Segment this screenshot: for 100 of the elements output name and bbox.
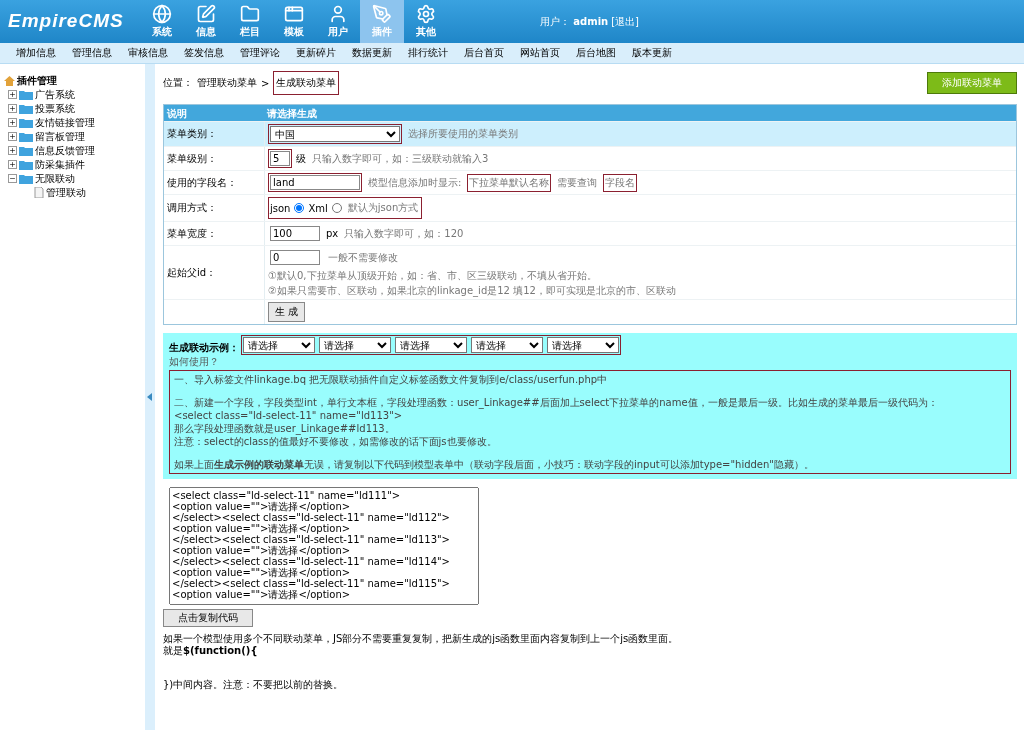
input-field[interactable]: 5 (270, 151, 290, 166)
collapse-arrow-icon[interactable] (147, 393, 153, 401)
nav-tab[interactable]: 系统 (140, 0, 184, 43)
input-field[interactable]: 0 (270, 250, 320, 265)
hint-text: 模型信息添加时显示: (367, 175, 463, 190)
instruction-text: 如果上面生成示例的联动菜单无误，请复制以下代码到模型表单中（联动字段后面，小技巧：联动字段的input可以添加type="hidden"隐藏）。 (174, 458, 815, 471)
folder-icon (240, 4, 260, 24)
globe-icon (152, 4, 172, 24)
expand-icon[interactable] (8, 132, 17, 141)
submenu-link[interactable]: 排行统计 (400, 46, 456, 60)
tree-item[interactable]: 信息反馈管理 (35, 143, 95, 158)
folder-icon (19, 145, 33, 156)
radio-button[interactable] (331, 203, 342, 213)
submenu-link[interactable]: 更新碎片 (288, 46, 344, 60)
unit-text: 级 (296, 151, 306, 166)
radio-label: json (270, 202, 291, 214)
folder-icon (19, 131, 33, 142)
user-icon (328, 4, 348, 24)
instruction-text: 注意：select的class的值最好不要修改，如需修改的话下面js也要修改。 (174, 435, 498, 448)
unit-text: px (326, 228, 339, 239)
submenu-link[interactable]: 版本更新 (624, 46, 680, 60)
nav-tab[interactable]: 栏目 (228, 0, 272, 43)
field-label: 菜单类别： (167, 127, 217, 141)
folder-icon (19, 103, 33, 114)
example-title: 生成联动示例： (169, 341, 239, 355)
field-label: 菜单宽度： (167, 226, 217, 241)
expand-icon[interactable] (8, 160, 17, 169)
field-label: 起始父id： (167, 265, 217, 280)
expand-icon[interactable] (8, 118, 17, 127)
pen-tool-icon (372, 4, 392, 24)
user-name: admin (573, 16, 609, 27)
tree-item[interactable]: 管理联动 (46, 185, 86, 200)
nav-tab[interactable]: 其他 (404, 0, 448, 43)
submenu-link[interactable]: 后台首页 (456, 46, 512, 60)
folder-icon (19, 159, 33, 170)
breadcrumb-link[interactable]: 管理联动菜单 (197, 76, 257, 90)
field-label: 菜单级别： (167, 151, 217, 166)
hint-text: 只输入数字即可，如：三级联动就输入3 (311, 151, 490, 166)
submenu-link[interactable]: 增加信息 (8, 46, 64, 60)
submenu-link[interactable]: 管理评论 (232, 46, 288, 60)
hint-text: 字段名 (603, 173, 638, 192)
input-field[interactable]: 100 (270, 226, 320, 241)
radio-label: Xml (308, 202, 328, 214)
nav-tab[interactable]: 信息 (184, 0, 228, 43)
level-select[interactable]: 请选择 (243, 337, 315, 353)
hint-text: 默认为json方式 (346, 201, 420, 215)
submenu-link[interactable]: 数据更新 (344, 46, 400, 60)
tree-item[interactable]: 留言板管理 (35, 129, 85, 144)
hint-text: 需要查询 (556, 175, 599, 190)
note-text: 就是$(function(){ (163, 645, 259, 657)
instruction-text: 一、导入标签文件linkage.bq 把无限联动插件自定义标签函数文件复制到e/class/userfun.php中 (174, 373, 609, 386)
hint-text: 一般不需要修改 (327, 250, 399, 265)
folder-icon (19, 117, 33, 128)
note-text: ①默认0,下拉菜单从顶级开始，如：省、市、区三级联动，不填从省开始。 (268, 270, 597, 282)
submenu-link[interactable]: 管理信息 (64, 46, 120, 60)
radio-button[interactable] (294, 203, 305, 213)
collapse-icon[interactable] (8, 174, 17, 183)
window-icon (284, 4, 304, 24)
nav-tab[interactable]: 模板 (272, 0, 316, 43)
level-select[interactable]: 请选择 (471, 337, 543, 353)
level-select[interactable]: 请选择 (547, 337, 619, 353)
tree-title: 插件管理 (17, 73, 57, 88)
instruction-text: 那么字段处理函数就是user_Linkage##ld113。 (174, 422, 396, 435)
instruction-text: <select class="ld-select-11" name="ld113"> (174, 409, 404, 422)
expand-icon[interactable] (8, 104, 17, 113)
level-select[interactable]: 请选择 (319, 337, 391, 353)
tree-item[interactable]: 防采集插件 (35, 157, 85, 172)
breadcrumb-current: 生成联动菜单 (273, 71, 340, 95)
submenu-link[interactable]: 后台地图 (568, 46, 624, 60)
generate-button[interactable]: 生 成 (268, 302, 306, 322)
hint-text: 下拉菜单默认名称 (467, 173, 552, 192)
note-text: })中间内容。注意：不要把以前的替换。 (163, 679, 345, 691)
copy-code-button[interactable]: 点击复制代码 (163, 609, 253, 627)
field-label: 调用方式： (167, 201, 217, 215)
level-select[interactable]: 请选择 (395, 337, 467, 353)
tree-item[interactable]: 无限联动 (35, 171, 75, 186)
field-label: 使用的字段名： (167, 175, 237, 190)
house-icon (4, 75, 15, 86)
tree-item[interactable]: 广告系统 (35, 87, 75, 102)
folder-icon (19, 173, 33, 184)
breadcrumb-separator: > (261, 77, 270, 89)
gear-icon (416, 4, 436, 24)
hint-text: 只输入数字即可，如：120 (343, 226, 465, 241)
category-select[interactable]: 中国 (270, 126, 400, 142)
nav-tab[interactable]: 用户 (316, 0, 360, 43)
hint-text: 选择所要使用的菜单类别 (407, 127, 519, 141)
submenu-link[interactable]: 网站首页 (512, 46, 568, 60)
tree-item[interactable]: 友情链接管理 (35, 115, 95, 130)
expand-icon[interactable] (8, 90, 17, 99)
code-textarea[interactable]: <select class="ld-select-11" name="ld111"> <option value="">请选择</option> </select><select class="ld-select-11" name="ld112"> <option value="">请选择</option> </select><select class="ld-select-11" name="ld113"> <option value="">请选择</option> </select><select class="ld-select-11" name="ld114"> <option value="">请选择</option> </select><select class="ld-select-11" name="ld115"> <option value="">请选择</option> (169, 487, 479, 605)
logo: EmpireCMS (7, 8, 125, 33)
input-field[interactable]: land (270, 175, 360, 190)
note-text: ②如果只需要市、区联动，如果北京的linkage_id是12 填12，即可实现是北京的市、区联动 (268, 285, 676, 297)
submenu-link[interactable]: 审核信息 (120, 46, 176, 60)
expand-icon[interactable] (8, 146, 17, 155)
folder-icon (19, 89, 33, 100)
column-header: 说明 (166, 107, 188, 121)
tree-item[interactable]: 投票系统 (35, 101, 75, 116)
page-icon (34, 187, 44, 198)
submenu-link[interactable]: 签发信息 (176, 46, 232, 60)
